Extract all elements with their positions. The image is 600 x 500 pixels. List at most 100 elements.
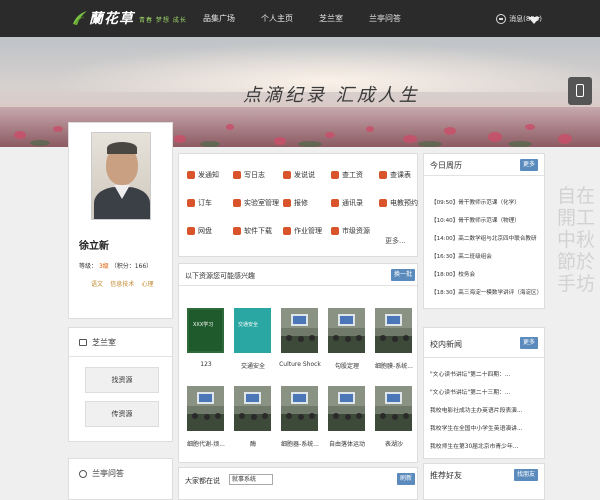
svg-text:交通安全: 交通安全 bbox=[238, 321, 258, 328]
calendar-more-button[interactable]: 更多 bbox=[520, 159, 539, 171]
quick-link-av-booking[interactable]: 电教预约 bbox=[379, 198, 418, 208]
resource-caption[interactable]: 勾股定理 bbox=[324, 361, 370, 370]
news-more-button[interactable]: 更多 bbox=[520, 337, 539, 349]
resource-thumbnail[interactable] bbox=[187, 386, 224, 431]
nav-item-homepage[interactable]: 个人主页 bbox=[248, 0, 306, 37]
quick-link-timetable[interactable]: 查课表 bbox=[379, 170, 411, 180]
diary-icon bbox=[233, 171, 241, 179]
chevron-down-icon[interactable] bbox=[528, 17, 540, 24]
recommended-friends-panel: 推荐好友 找朋友 bbox=[423, 463, 545, 500]
quick-link-download[interactable]: 软件下载 bbox=[233, 226, 272, 236]
quick-link-speech[interactable]: 发说说 bbox=[283, 170, 315, 180]
resource-thumbnail[interactable] bbox=[281, 308, 318, 353]
resource-thumbnail[interactable]: XXX学习 bbox=[187, 308, 224, 353]
nav-item-zhilanshi[interactable]: 芝兰室 bbox=[306, 0, 356, 37]
zhilanshi-title: 芝兰室 bbox=[92, 338, 116, 347]
messages-label: 消息 bbox=[509, 15, 524, 23]
quick-link-contacts[interactable]: 通讯录 bbox=[331, 198, 363, 208]
site-logo[interactable]: 蘭花草 青春 梦想 成长 bbox=[72, 8, 187, 28]
resource-caption[interactable]: 细胞代谢-烦... bbox=[183, 439, 229, 448]
resource-caption[interactable]: 细胞器-系统... bbox=[277, 439, 323, 448]
calendar-item[interactable]: 【14:00】高二数学组与北京四中联合教研 bbox=[431, 234, 541, 242]
news-item[interactable]: "文心读书讲坛"第二十三期：... bbox=[430, 387, 542, 396]
banner-title: 点滴纪录 汇成人生 bbox=[243, 85, 420, 106]
profile-card: 徐立新 等级： 3级 （积分：166） 语文 信息技术 心理 bbox=[68, 122, 173, 319]
resource-caption[interactable]: 交通安全 bbox=[230, 361, 276, 370]
hot-topics-title: 大家都在说 bbox=[185, 477, 220, 485]
resources-title: 以下资源您可能感兴趣 bbox=[185, 272, 255, 280]
homework-icon bbox=[283, 227, 291, 235]
hot-topics-panel: 大家都在说 就事系统 刷新 bbox=[178, 467, 418, 500]
resource-caption[interactable]: 细胞膜-系统... bbox=[371, 361, 417, 370]
tag-it[interactable]: 信息技术 bbox=[110, 279, 134, 288]
topic-select[interactable]: 就事系统 bbox=[229, 474, 273, 485]
news-item[interactable]: 我校师生在第30届北京市青少年... bbox=[430, 441, 542, 450]
wrench-icon bbox=[283, 199, 291, 207]
quick-link-car[interactable]: 订车 bbox=[187, 198, 212, 208]
quick-link-diary[interactable]: 写日志 bbox=[233, 170, 265, 180]
orchid-leaf-icon bbox=[73, 11, 87, 26]
news-item[interactable]: 我校学生在全国中小学生英语演讲... bbox=[430, 423, 542, 432]
quick-links-more[interactable]: 更多... bbox=[385, 236, 406, 246]
resource-caption[interactable]: 表湖沙 bbox=[371, 439, 417, 448]
calendar-item[interactable]: 【09:50】骨干教师示范课（化学） bbox=[431, 198, 541, 206]
svg-text:XXX学习: XXX学习 bbox=[193, 321, 213, 328]
recommended-resources-panel: 以下资源您可能感兴趣 换一批 XXX学习 123 交通安全 交通安全 Culture S… bbox=[178, 263, 418, 463]
car-icon bbox=[187, 199, 195, 207]
news-title: 校内新闻 bbox=[430, 340, 462, 349]
resource-thumbnail[interactable]: 交通安全 bbox=[234, 308, 271, 353]
upload-resource-button[interactable]: 传资源 bbox=[85, 401, 159, 427]
quick-link-salary[interactable]: 查工资 bbox=[331, 170, 363, 180]
quick-link-repair[interactable]: 报修 bbox=[283, 198, 308, 208]
points: （积分：166） bbox=[110, 263, 153, 270]
calligraphy-decoration: 自在開工中秋節於手坊 bbox=[556, 185, 595, 295]
quick-link-city-resource[interactable]: 市级资源 bbox=[331, 226, 370, 236]
usb-icon bbox=[576, 84, 584, 97]
contacts-icon bbox=[331, 199, 339, 207]
resource-thumbnail[interactable] bbox=[281, 386, 318, 431]
projector-icon bbox=[379, 199, 387, 207]
city-resource-icon bbox=[331, 227, 339, 235]
find-friends-button[interactable]: 找朋友 bbox=[514, 469, 539, 481]
nav-item-lanting[interactable]: 兰亭问答 bbox=[356, 0, 414, 37]
avatar[interactable] bbox=[91, 132, 151, 220]
refresh-resources-button[interactable]: 换一批 bbox=[391, 269, 416, 281]
resource-thumbnail[interactable] bbox=[328, 386, 365, 431]
timetable-icon bbox=[379, 171, 387, 179]
usb-upload-button[interactable] bbox=[568, 77, 592, 105]
resource-thumbnail[interactable] bbox=[328, 308, 365, 353]
lanting-title[interactable]: 兰亭问答 bbox=[92, 468, 124, 479]
school-news-panel: 校内新闻 更多 "文心读书讲坛"第二十四期：... "文心读书讲坛"第二十三期：… bbox=[423, 327, 545, 459]
calendar-item[interactable]: 【10:40】骨干教师示范课（物理） bbox=[431, 216, 541, 224]
lab-icon bbox=[233, 199, 241, 207]
refresh-topics-button[interactable]: 刷新 bbox=[397, 473, 416, 485]
resource-caption[interactable]: 123 bbox=[183, 361, 229, 368]
calendar-item[interactable]: 【18:30】高三海淀一模数学讲评（海淀区） bbox=[431, 288, 541, 296]
speech-icon bbox=[283, 171, 291, 179]
resource-thumbnail[interactable] bbox=[375, 386, 412, 431]
quick-link-disk[interactable]: 网盘 bbox=[187, 226, 212, 236]
resource-thumbnail[interactable] bbox=[375, 308, 412, 353]
news-item[interactable]: "文心读书讲坛"第二十四期：... bbox=[430, 369, 542, 378]
tag-chinese[interactable]: 语文 bbox=[91, 279, 103, 288]
nav-item-plaza[interactable]: 品集广场 bbox=[190, 0, 248, 37]
resource-thumbnail[interactable] bbox=[234, 386, 271, 431]
top-navbar: 蘭花草 青春 梦想 成长 品集广场 个人主页 芝兰室 兰亭问答 消息 (850) bbox=[0, 0, 600, 37]
calendar-item[interactable]: 【16:30】高二班级组会 bbox=[431, 252, 541, 260]
zhilanshi-panel: 芝兰室 找资源 传资源 bbox=[68, 327, 173, 442]
resource-caption[interactable]: 酶 bbox=[230, 439, 276, 448]
quick-link-lab[interactable]: 实验室管理 bbox=[233, 198, 279, 208]
resource-caption[interactable]: 自由落体运动 bbox=[324, 439, 370, 448]
logo-text: 蘭花草 bbox=[89, 11, 134, 27]
quick-link-notice[interactable]: 发通知 bbox=[187, 170, 219, 180]
user-rank: 等级： 3级 （积分：166） bbox=[79, 263, 153, 270]
news-item[interactable]: 我校电影社成功主办英语片段表演... bbox=[430, 405, 542, 414]
quick-link-homework[interactable]: 作业管理 bbox=[283, 226, 322, 236]
download-icon bbox=[233, 227, 241, 235]
find-resource-button[interactable]: 找资源 bbox=[85, 367, 159, 393]
rank-level: 3级 bbox=[98, 263, 109, 270]
resource-caption[interactable]: Culture Shock bbox=[277, 361, 323, 368]
user-name[interactable]: 徐立新 bbox=[79, 237, 109, 252]
tag-psychology[interactable]: 心理 bbox=[142, 279, 154, 288]
calendar-item[interactable]: 【18:00】校务会 bbox=[431, 270, 541, 278]
